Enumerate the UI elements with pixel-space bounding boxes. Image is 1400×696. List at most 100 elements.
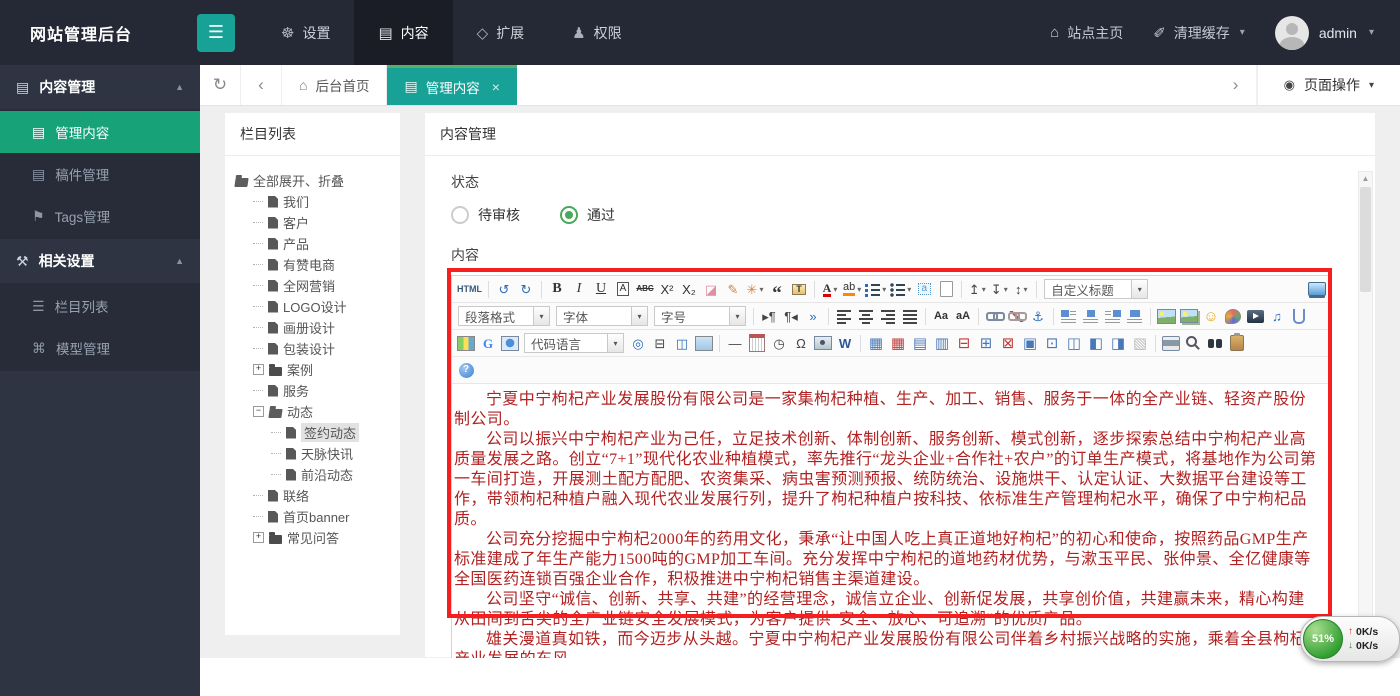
expand-icon[interactable]: + xyxy=(253,532,264,543)
chevron-down-icon[interactable]: ▾ xyxy=(882,285,886,294)
align-justify-icon[interactable] xyxy=(900,306,920,327)
chevron-down-icon[interactable]: ▾ xyxy=(857,285,861,294)
search-replace-icon[interactable] xyxy=(1205,333,1225,354)
chevron-down-icon[interactable]: ▾ xyxy=(907,285,911,294)
tree-item[interactable]: 画册设计 xyxy=(253,317,396,338)
align-right-icon[interactable] xyxy=(878,306,898,327)
delete-table-icon[interactable]: ▦ xyxy=(888,333,908,354)
clipboard-icon[interactable] xyxy=(1227,333,1247,354)
tree-item[interactable]: 我们 xyxy=(253,191,396,212)
align-left-icon[interactable] xyxy=(834,306,854,327)
sidebar-item-model-management[interactable]: ⌘ 模型管理 xyxy=(0,327,200,369)
clear-cache-dropdown[interactable]: ✐ 清理缓存 ▾ xyxy=(1153,23,1245,43)
indent-icon[interactable]: » xyxy=(803,306,823,327)
preview-screen-icon[interactable] xyxy=(1307,279,1327,300)
sidebar-item-manuscripts[interactable]: ▤ 稿件管理 xyxy=(0,153,200,195)
paste-plain-icon[interactable]: T xyxy=(789,279,809,300)
merge-cells-icon[interactable]: ▣ xyxy=(1020,333,1040,354)
time-icon[interactable]: ◷ xyxy=(769,333,789,354)
split-cells-icon[interactable]: ◨ xyxy=(1108,333,1128,354)
subscript-icon[interactable]: X₂ xyxy=(679,279,699,300)
music-icon[interactable]: ♫ xyxy=(1267,306,1287,327)
unlink-icon[interactable] xyxy=(1006,306,1027,327)
format-match-icon[interactable]: ✎ xyxy=(723,279,743,300)
custom-title-select[interactable]: 自定义标题 ▾ xyxy=(1044,279,1149,299)
sidebar-item-tags[interactable]: ⚑ Tags管理 xyxy=(0,195,200,237)
rtl-icon[interactable]: ¶◂ xyxy=(781,306,801,327)
underline-icon[interactable]: U xyxy=(591,279,611,300)
insert-title-row-icon[interactable]: ▥ xyxy=(932,333,952,354)
tree-item[interactable]: 服务 xyxy=(253,380,396,401)
template-icon[interactable]: ◫ xyxy=(672,333,692,354)
background-color-icon[interactable]: ab ▾ xyxy=(842,279,862,300)
image-float-left-icon[interactable] xyxy=(1059,306,1079,327)
link-icon[interactable] xyxy=(984,306,1005,327)
select-all-icon[interactable]: a xyxy=(914,279,934,300)
remove-format-icon[interactable]: ◪ xyxy=(701,279,721,300)
tabs-scroll-right-button[interactable]: › xyxy=(1216,65,1257,105)
strikethrough-icon[interactable]: ABC xyxy=(635,279,655,300)
chevron-down-icon[interactable]: ▾ xyxy=(607,334,623,352)
auto-typeset-icon[interactable]: ✳ ▾ xyxy=(745,279,765,300)
ordered-list-icon[interactable]: ▾ xyxy=(864,279,887,300)
close-icon[interactable]: × xyxy=(492,79,500,95)
radio-approved[interactable]: 通过 xyxy=(560,205,615,225)
nav-item-content[interactable]: ▤ 内容 xyxy=(354,0,453,65)
tree-item[interactable]: + 常见问答 xyxy=(253,527,396,548)
tree-item[interactable]: + 案例 xyxy=(253,359,396,380)
chevron-down-icon[interactable]: ▾ xyxy=(729,307,745,325)
insert-table-icon[interactable]: ▦ xyxy=(866,333,886,354)
radio-icon[interactable] xyxy=(451,206,469,224)
font-color-icon[interactable]: A ▾ xyxy=(820,279,840,300)
nav-item-permissions[interactable]: ♟ 权限 xyxy=(548,0,645,65)
font-family-select[interactable]: 字体 ▾ xyxy=(556,306,648,326)
multi-image-icon[interactable] xyxy=(1179,306,1199,327)
uppercase-icon[interactable]: Aa xyxy=(931,306,951,327)
charts-icon[interactable]: ▧ xyxy=(1130,333,1150,354)
editor-content[interactable]: 宁夏中宁枸杞产业发展股份有限公司是一家集枸杞种植、生产、加工、销售、服务于一体的… xyxy=(452,384,1331,658)
tree-expand-collapse-all[interactable]: 全部展开、折叠 xyxy=(234,170,396,191)
sidebar-section-content-management[interactable]: ▤ 内容管理 ▲ xyxy=(0,65,200,109)
scroll-up-arrow[interactable]: ▲ xyxy=(1359,172,1372,186)
tree-item[interactable]: LOGO设计 xyxy=(253,296,396,317)
paragraph-spacing-bottom-icon[interactable]: ↧ ▾ xyxy=(989,279,1009,300)
chevron-down-icon[interactable]: ▾ xyxy=(982,285,986,294)
blockquote-icon[interactable]: “ xyxy=(767,279,787,303)
insert-image-icon[interactable] xyxy=(1156,306,1177,327)
tree-item[interactable]: 包装设计 xyxy=(253,338,396,359)
tree-item[interactable]: 联络 xyxy=(253,485,396,506)
page-actions-dropdown[interactable]: ◉ 页面操作 ▾ xyxy=(1256,65,1400,105)
sidebar-section-related-settings[interactable]: ⚒ 相关设置 ▲ xyxy=(0,239,200,283)
image-center-icon[interactable] xyxy=(1125,306,1145,327)
chevron-down-icon[interactable]: ▾ xyxy=(1004,285,1008,294)
split-rows-icon[interactable]: ◫ xyxy=(1064,333,1084,354)
chevron-down-icon[interactable]: ▾ xyxy=(759,285,763,294)
insert-row-icon[interactable]: ⊡ xyxy=(1042,333,1062,354)
chevron-down-icon[interactable]: ▾ xyxy=(1131,280,1148,298)
tree-item[interactable]: 产品 xyxy=(253,233,396,254)
expand-icon[interactable]: + xyxy=(253,364,264,375)
snap-screen-icon[interactable] xyxy=(813,333,833,354)
date-icon[interactable] xyxy=(747,333,767,354)
tabs-scroll-left-button[interactable]: ‹ xyxy=(241,65,282,105)
insert-frame-icon[interactable] xyxy=(500,333,520,354)
tree-item[interactable]: 客户 xyxy=(253,212,396,233)
refresh-button[interactable]: ↻ xyxy=(200,65,241,105)
code-language-select[interactable]: 代码语言 ▾ xyxy=(524,333,624,353)
preview-icon[interactable] xyxy=(1183,333,1203,354)
redo-icon[interactable]: ↻ xyxy=(516,279,536,300)
tab-manage-content[interactable]: ▤ 管理内容 × xyxy=(387,65,517,105)
word-image-icon[interactable]: W xyxy=(835,333,855,354)
insert-code-icon[interactable]: ◎ xyxy=(628,333,648,354)
ltr-icon[interactable]: ▸¶ xyxy=(759,306,779,327)
tree-item[interactable]: 全网营销 xyxy=(253,275,396,296)
print-icon[interactable] xyxy=(1161,333,1181,354)
lowercase-icon[interactable]: aA xyxy=(953,306,973,327)
scrollbar-thumb[interactable] xyxy=(1360,187,1371,292)
insert-col-icon[interactable]: ⊞ xyxy=(976,333,996,354)
gmap-icon[interactable]: G xyxy=(478,333,498,354)
undo-icon[interactable]: ↺ xyxy=(494,279,514,300)
bold-icon[interactable]: B xyxy=(547,279,567,300)
special-chars-icon[interactable]: Ω xyxy=(791,333,811,354)
tree-item[interactable]: 首页banner xyxy=(253,506,396,527)
